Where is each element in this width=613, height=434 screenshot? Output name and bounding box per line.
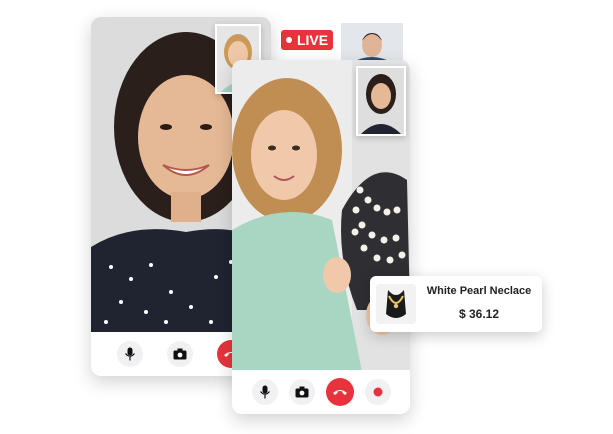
camera-button[interactable] (288, 379, 315, 405)
pearl-necklace-image (376, 284, 416, 324)
mute-microphone-button[interactable] (117, 341, 143, 367)
mute-microphone-button[interactable] (251, 379, 278, 405)
microphone-icon (125, 347, 135, 361)
product-price: $ 36.12 (458, 307, 500, 321)
camera-icon (295, 386, 308, 398)
necklace-icon (376, 284, 416, 324)
microphone-icon (259, 385, 270, 399)
live-dot-icon (285, 37, 292, 43)
end-call-icon (332, 390, 347, 395)
call-controls-right (232, 370, 410, 414)
product-card[interactable]: White Pearl Neclace $ 36.12 (370, 276, 542, 332)
camera-icon (173, 348, 187, 360)
self-view-thumbnail[interactable] (356, 66, 406, 136)
record-button[interactable] (364, 379, 391, 405)
camera-button[interactable] (167, 341, 193, 367)
end-call-button[interactable] (325, 378, 354, 406)
live-label: LIVE (296, 32, 329, 48)
man-avatar-icon (341, 23, 403, 63)
product-name: White Pearl Neclace (426, 285, 532, 297)
self-view-image (358, 68, 404, 134)
remote-participant-thumbnail[interactable] (341, 23, 403, 63)
record-icon (373, 387, 382, 397)
video-call-card-seller (232, 60, 410, 414)
live-badge: LIVE (281, 30, 333, 50)
